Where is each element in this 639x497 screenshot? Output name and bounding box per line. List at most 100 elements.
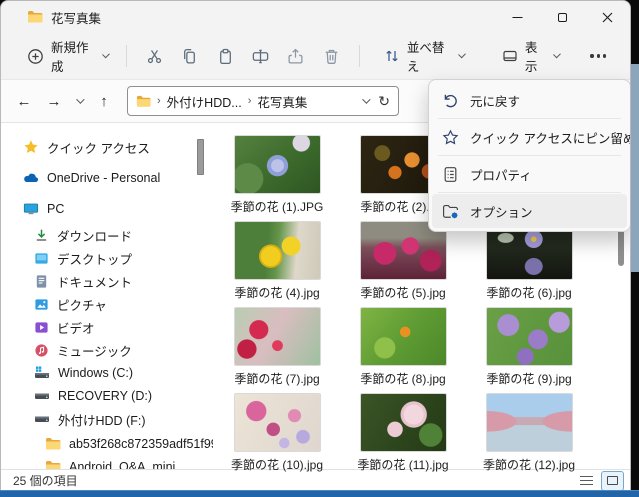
copy-button[interactable] <box>172 39 207 73</box>
close-button[interactable] <box>585 1 630 33</box>
see-more-button[interactable] <box>581 39 616 73</box>
undo-icon <box>442 92 459 109</box>
sidebar-item-music[interactable]: ミュージック <box>1 339 213 361</box>
sidebar-item-downloads[interactable]: ダウンロード <box>1 224 213 246</box>
back-button[interactable]: ← <box>9 86 39 116</box>
file-item[interactable]: 季節の花 (12).jpg <box>466 394 592 480</box>
sort-button-label: 並べ替え <box>407 37 452 75</box>
menu-item-pin-quick-access[interactable]: クイック アクセスにピン留めする <box>432 120 627 154</box>
thumbnail-view-toggle-active[interactable] <box>601 471 624 491</box>
toolbar-divider <box>359 45 360 67</box>
file-name: 季節の花 (7).jpg <box>234 370 319 387</box>
sidebar-item-pc[interactable]: PC <box>1 198 213 220</box>
thumbnail-view-icon <box>607 476 618 485</box>
sidebar-item-recovery-d[interactable]: RECOVERY (D:) <box>1 385 213 407</box>
toolbar-divider <box>126 45 127 67</box>
folder-icon <box>27 9 43 25</box>
address-breadcrumb-box[interactable]: › 外付けHDD... › 花写真集 ↻ <box>127 86 399 116</box>
sidebar-item-label: 外付けHDD (F:) <box>58 410 146 429</box>
drive-icon <box>34 411 50 427</box>
sidebar-item-label: ドキュメント <box>57 272 132 291</box>
onedrive-cloud-icon <box>23 170 39 186</box>
forward-button[interactable]: → <box>39 86 69 116</box>
documents-icon <box>34 274 49 289</box>
sidebar-item-desktop[interactable]: デスクトップ <box>1 247 213 269</box>
file-thumbnail[interactable] <box>235 222 320 279</box>
sidebar-item-label: クイック アクセス <box>47 138 150 157</box>
file-item[interactable]: 季節の花 (8).jpg <box>340 308 466 394</box>
chevron-down-icon <box>76 95 84 103</box>
file-item[interactable]: 季節の花 (11).jpg <box>340 394 466 480</box>
minimize-button[interactable] <box>495 1 540 33</box>
sidebar-item-videos[interactable]: ビデオ <box>1 316 213 338</box>
new-button[interactable]: 新規作成 <box>19 31 116 81</box>
file-name: 季節の花 (1).JPG <box>231 198 324 215</box>
file-thumbnail[interactable] <box>235 394 320 451</box>
properties-icon <box>442 166 459 183</box>
plus-circle-icon <box>27 48 44 65</box>
windows-drive-icon <box>34 365 50 381</box>
sidebar-item-label: ピクチャ <box>57 295 107 314</box>
address-dropdown-icon[interactable] <box>362 95 370 103</box>
rename-button[interactable] <box>243 39 278 73</box>
file-item[interactable]: 季節の花 (5).jpg <box>340 222 466 308</box>
paste-button[interactable] <box>208 39 243 73</box>
file-item[interactable]: 季節の花 (9).jpg <box>466 308 592 394</box>
recent-locations-button[interactable] <box>69 86 89 116</box>
file-thumbnail[interactable] <box>487 394 572 451</box>
sidebar-item-folder-ab53[interactable]: ab53f268c872359adf51f99 <box>1 433 213 455</box>
folder-icon <box>136 94 151 109</box>
sidebar-item-windows-c[interactable]: Windows (C:) <box>1 362 213 384</box>
ellipsis-icon <box>590 54 606 57</box>
sidebar-item-quick-access[interactable]: クイック アクセス <box>1 136 213 158</box>
maximize-button[interactable] <box>540 1 585 33</box>
file-item[interactable]: 季節の花 (4).jpg <box>214 222 340 308</box>
sidebar-item-folder-android[interactable]: Android_Q&A_mini <box>1 456 213 469</box>
breadcrumb-current-folder[interactable]: 花写真集 <box>257 92 307 111</box>
music-icon <box>34 343 49 358</box>
file-thumbnail[interactable] <box>487 308 572 365</box>
menu-item-label: 元に戻す <box>470 91 520 110</box>
sort-arrows-icon <box>384 48 400 64</box>
cut-button[interactable] <box>137 39 172 73</box>
view-button[interactable]: 表示 <box>494 31 567 81</box>
delete-button[interactable] <box>314 39 349 73</box>
file-item[interactable]: 季節の花 (6).jpg <box>466 222 592 308</box>
file-item[interactable]: 季節の花 (1).JPG <box>214 136 340 222</box>
sidebar-item-label: ダウンロード <box>57 226 132 245</box>
menu-item-properties[interactable]: プロパティ <box>432 157 627 191</box>
navigation-pane: クイック アクセス OneDrive - Personal PC ダウンロード … <box>1 123 213 469</box>
sidebar-item-pictures[interactable]: ピクチャ <box>1 293 213 315</box>
explorer-window: 花写真集 新規作成 <box>0 0 631 490</box>
refresh-icon[interactable]: ↻ <box>378 93 390 110</box>
menu-item-undo[interactable]: 元に戻す <box>432 83 627 117</box>
sidebar-item-documents[interactable]: ドキュメント <box>1 270 213 292</box>
file-thumbnail[interactable] <box>361 394 446 451</box>
sidebar-item-external-hdd-f[interactable]: 外付けHDD (F:) <box>1 408 213 430</box>
share-button[interactable] <box>278 39 313 73</box>
desktop-icon <box>34 251 49 266</box>
menu-item-options[interactable]: オプション <box>432 194 627 228</box>
download-icon <box>34 228 49 243</box>
file-item[interactable]: 季節の花 (7).jpg <box>214 308 340 394</box>
sidebar-item-onedrive[interactable]: OneDrive - Personal <box>1 167 213 189</box>
file-thumbnail[interactable] <box>235 136 320 193</box>
file-name: 季節の花 (11).jpg <box>357 456 448 473</box>
sidebar-item-label: Android_Q&A_mini <box>69 460 175 469</box>
up-button[interactable]: ↑ <box>89 86 119 116</box>
file-thumbnail[interactable] <box>235 308 320 365</box>
breadcrumb-separator-icon: › <box>157 95 161 107</box>
command-bar: 新規作成 並べ替 <box>1 33 630 79</box>
file-name: 季節の花 (8).jpg <box>360 370 445 387</box>
file-thumbnail[interactable] <box>361 308 446 365</box>
screenshot-stage: 花写真集 新規作成 <box>0 0 639 497</box>
file-item[interactable]: 季節の花 (10).jpg <box>214 394 340 480</box>
pictures-icon <box>34 297 49 312</box>
sidebar-scrollbar[interactable] <box>197 139 204 175</box>
sort-button[interactable]: 並べ替え <box>376 31 472 81</box>
menu-item-label: オプション <box>470 202 533 221</box>
item-count: 25 個の項目 <box>13 472 78 489</box>
view-button-label: 表示 <box>525 37 546 75</box>
sidebar-item-label: ab53f268c872359adf51f99 <box>69 437 213 451</box>
breadcrumb-drive[interactable]: 外付けHDD... <box>167 92 242 111</box>
